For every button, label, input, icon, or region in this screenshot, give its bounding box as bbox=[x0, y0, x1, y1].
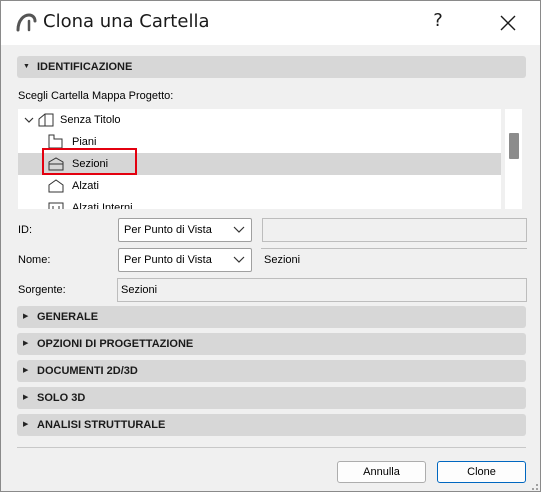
id-mode-select[interactable]: Per Punto di Vista bbox=[118, 218, 252, 242]
tree-item-senza-titolo[interactable]: Senza Titolo bbox=[18, 109, 501, 131]
elevation-icon bbox=[48, 179, 64, 193]
section-identificazione[interactable]: ▼ IDENTIFICAZIONE bbox=[17, 56, 526, 78]
window-title: Clona una Cartella bbox=[43, 11, 210, 32]
select-value: Per Punto di Vista bbox=[124, 224, 212, 236]
chevron-down-icon: ▼ bbox=[23, 63, 30, 70]
building-icon bbox=[38, 113, 54, 127]
section-analisi-strutturale[interactable]: ▶ ANALISI STRUTTURALE bbox=[17, 414, 526, 436]
archicad-logo-icon bbox=[16, 13, 37, 32]
id-label: ID: bbox=[18, 224, 33, 236]
help-button[interactable]: ? bbox=[427, 10, 449, 36]
section-solo-3d[interactable]: ▶ SOLO 3D bbox=[17, 387, 526, 409]
section-label: OPZIONI DI PROGETTAZIONE bbox=[37, 338, 194, 350]
resize-grip-icon[interactable] bbox=[527, 479, 539, 491]
nome-input[interactable]: Sezioni bbox=[261, 248, 527, 272]
close-icon[interactable] bbox=[491, 7, 525, 39]
selection-highlight bbox=[42, 148, 137, 175]
section-label: DOCUMENTI 2D/3D bbox=[37, 365, 138, 377]
section-label: SOLO 3D bbox=[37, 392, 86, 404]
tree-caption: Scegli Cartella Mappa Progetto: bbox=[18, 90, 174, 102]
chevron-right-icon: ▶ bbox=[23, 313, 29, 320]
select-value: Per Punto di Vista bbox=[124, 254, 212, 266]
sorgente-field: Sezioni bbox=[117, 278, 527, 302]
clone-folder-dialog: Clona una Cartella ? ▼ IDENTIFICAZIONE S… bbox=[0, 0, 541, 492]
nome-label: Nome: bbox=[18, 254, 51, 266]
tree-item-label: Senza Titolo bbox=[60, 114, 121, 126]
section-label: ANALISI STRUTTURALE bbox=[37, 419, 166, 431]
scrollbar-thumb[interactable] bbox=[509, 133, 519, 159]
tree-scrollbar[interactable] bbox=[505, 109, 522, 209]
chevron-down-icon bbox=[233, 256, 245, 263]
footer-divider bbox=[17, 447, 526, 448]
sorgente-value: Sezioni bbox=[121, 284, 158, 296]
tree-item-alzati[interactable]: Alzati bbox=[18, 175, 501, 197]
sorgente-label: Sorgente: bbox=[18, 284, 66, 296]
chevron-right-icon: ▶ bbox=[23, 394, 29, 401]
section-generale[interactable]: ▶ GENERALE bbox=[17, 306, 526, 328]
tree-item-alzati-interni[interactable]: Alzati Interni bbox=[18, 197, 501, 209]
cancel-button[interactable]: Annulla bbox=[337, 461, 426, 483]
nome-input-value: Sezioni bbox=[264, 254, 301, 266]
interior-elevation-icon bbox=[48, 202, 64, 209]
clone-button[interactable]: Clone bbox=[437, 461, 526, 483]
id-input[interactable] bbox=[262, 218, 527, 242]
section-label: IDENTIFICAZIONE bbox=[37, 61, 133, 73]
chevron-right-icon: ▶ bbox=[23, 367, 29, 374]
chevron-down-icon bbox=[233, 226, 245, 233]
tree-item-label: Alzati bbox=[72, 180, 99, 192]
title-bar: Clona una Cartella ? bbox=[1, 1, 540, 45]
section-documenti-2d-3d[interactable]: ▶ DOCUMENTI 2D/3D bbox=[17, 360, 526, 382]
chevron-down-icon[interactable] bbox=[23, 114, 35, 126]
section-label: GENERALE bbox=[37, 311, 99, 323]
nome-mode-select[interactable]: Per Punto di Vista bbox=[118, 248, 252, 272]
section-opzioni-progettazione[interactable]: ▶ OPZIONI DI PROGETTAZIONE bbox=[17, 333, 526, 355]
chevron-right-icon: ▶ bbox=[23, 421, 29, 428]
chevron-right-icon: ▶ bbox=[23, 340, 29, 347]
tree-item-label: Alzati Interni bbox=[72, 202, 133, 209]
